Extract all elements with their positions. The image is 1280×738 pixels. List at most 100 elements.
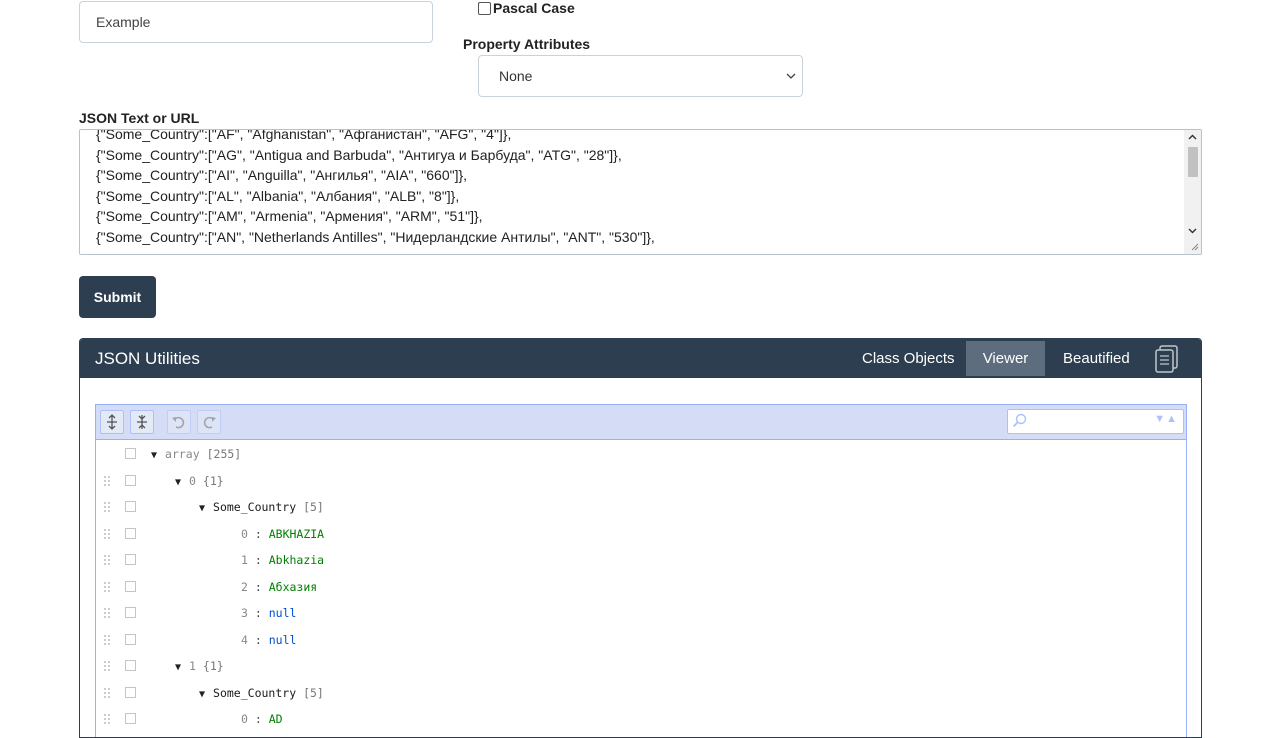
json-line: {"Some_Country":["AN", "Netherlands Anti… <box>96 228 655 245</box>
node-key: array <box>165 447 200 461</box>
node-value[interactable]: Abkhazia <box>269 553 324 567</box>
node-key: 1 <box>189 659 196 673</box>
tree-row[interactable]: 0 : ABKHAZIA <box>96 521 1186 547</box>
node-value[interactable]: Абхазия <box>269 580 317 594</box>
tree-node: 0 : ABKHAZIA <box>241 526 325 541</box>
node-key: 1 <box>241 553 248 567</box>
editor-toolbar: ▼▲ <box>96 405 1186 440</box>
tree-row[interactable]: 2 : Абхазия <box>96 574 1186 600</box>
json-line: {"Some_Country":["AL", "Albania", "Албан… <box>96 187 460 204</box>
pascal-case-option[interactable]: Pascal Case <box>478 0 575 16</box>
tree-node: ▼ 0 {1} <box>175 468 224 496</box>
property-attributes-label: Property Attributes <box>463 36 591 52</box>
node-key: 2 <box>241 579 248 594</box>
tree-node: ▼ Some_Country [5] <box>199 494 324 522</box>
class-name-input[interactable]: Example <box>79 1 433 43</box>
search-nav-icon[interactable]: ▼▲ <box>1154 413 1178 425</box>
node-value[interactable]: null <box>269 606 297 620</box>
drag-handle-icon[interactable] <box>103 607 111 619</box>
node-value[interactable]: null <box>269 633 297 647</box>
drag-handle-icon[interactable] <box>103 633 111 646</box>
tab-beautified[interactable]: Beautified <box>1047 341 1146 376</box>
tab-class-objects[interactable]: Class Objects <box>846 341 971 376</box>
node-count: [255] <box>206 447 242 461</box>
row-select-checkbox[interactable] <box>125 660 136 671</box>
drag-handle-icon[interactable] <box>103 686 111 699</box>
node-key: 0 <box>241 526 248 541</box>
tree-node: 1 : Abkhazia <box>241 553 325 567</box>
drag-handle-icon[interactable] <box>103 660 111 672</box>
tree-node: ▼ Some_Country [5] <box>199 680 324 708</box>
tree-row[interactable]: ▼ 1 {1} <box>96 653 1186 679</box>
copy-icon[interactable] <box>1154 345 1180 378</box>
tab-viewer[interactable]: Viewer <box>966 341 1045 376</box>
property-attributes-select[interactable]: None <box>478 55 803 97</box>
row-select-checkbox[interactable] <box>125 527 136 539</box>
row-select-checkbox[interactable] <box>125 713 136 724</box>
json-textarea[interactable]: {"Some_Country":["AF", "Afghanistan", "А… <box>79 129 1202 255</box>
node-value[interactable]: ABKHAZIA <box>269 527 324 541</box>
scroll-thumb[interactable] <box>1188 147 1198 177</box>
json-line: {"Some_Country":["AG", "Antigua and Barb… <box>96 146 622 163</box>
tree-row[interactable]: 3 : null <box>96 600 1186 626</box>
node-key: Some_Country <box>213 685 297 700</box>
tree-node: 4 : null <box>241 632 297 647</box>
tree-node: 3 : null <box>241 606 297 620</box>
scroll-down-icon[interactable] <box>1184 224 1201 239</box>
node-key: Some_Country <box>213 500 297 514</box>
json-tree-editor: ▼▲ ▼ array [255] ▼ 0 {1} ▼ Some_Country [5] 0 … <box>95 404 1187 737</box>
row-select-checkbox[interactable] <box>125 580 136 592</box>
drag-handle-icon[interactable] <box>103 501 111 513</box>
json-line: {"Some_Country":["AM", "Armenia", "Армен… <box>96 208 483 225</box>
expand-toggle-icon[interactable]: ▼ <box>199 689 205 700</box>
tree-row[interactable]: ▼ Some_Country [5] <box>96 680 1186 706</box>
row-select-checkbox[interactable] <box>125 474 136 486</box>
node-count: {1} <box>202 473 224 488</box>
tree-row[interactable]: 0 : AD <box>96 706 1186 732</box>
expand-all-icon[interactable] <box>100 410 124 434</box>
textarea-scrollbar[interactable] <box>1184 130 1201 254</box>
panel-header: JSON Utilities Class Objects Viewer Beau… <box>80 339 1201 378</box>
expand-toggle-icon[interactable]: ▼ <box>151 450 157 461</box>
row-select-checkbox[interactable] <box>125 686 136 698</box>
json-line: {"Some_Country":["AF", "Afghanistan", "А… <box>96 129 512 142</box>
undo-icon[interactable] <box>167 410 191 434</box>
tree-row[interactable]: ▼ Some_Country [5] <box>96 494 1186 520</box>
row-select-checkbox[interactable] <box>125 448 136 459</box>
row-select-checkbox[interactable] <box>125 607 136 618</box>
resize-grip-icon[interactable] <box>1191 243 1199 253</box>
row-select-checkbox[interactable] <box>125 633 136 645</box>
drag-handle-icon[interactable] <box>103 554 111 566</box>
node-count: {1} <box>202 659 224 673</box>
submit-button[interactable]: Submit <box>79 276 156 318</box>
expand-toggle-icon[interactable]: ▼ <box>199 503 205 514</box>
scroll-up-icon[interactable] <box>1184 130 1201 145</box>
json-line: {"Some_Country":["AI", "Anguilla", "Анги… <box>96 167 468 184</box>
node-key: 3 <box>241 606 248 620</box>
tree-row[interactable]: ▼ array [255] <box>96 441 1186 467</box>
pascal-case-label: Pascal Case <box>493 0 575 16</box>
row-select-checkbox[interactable] <box>125 554 136 565</box>
tree-row[interactable]: 4 : null <box>96 627 1186 653</box>
node-key: 0 <box>189 473 196 488</box>
drag-handle-icon[interactable] <box>103 474 111 487</box>
tree-node: ▼ 1 {1} <box>175 653 224 681</box>
tree-search-input[interactable]: ▼▲ <box>1007 409 1184 434</box>
tree-node: 2 : Абхазия <box>241 579 318 594</box>
property-attributes-value: None <box>499 68 533 84</box>
tree-row[interactable]: 1 : Abkhazia <box>96 547 1186 573</box>
json-utilities-panel: JSON Utilities Class Objects Viewer Beau… <box>79 338 1202 738</box>
collapse-all-icon[interactable] <box>130 410 154 434</box>
drag-handle-icon[interactable] <box>103 580 111 593</box>
pascal-case-checkbox[interactable] <box>478 1 491 15</box>
node-value[interactable]: AD <box>269 712 283 726</box>
expand-toggle-icon[interactable]: ▼ <box>175 662 181 673</box>
node-count: [5] <box>303 500 324 514</box>
drag-handle-icon[interactable] <box>103 713 111 725</box>
row-select-checkbox[interactable] <box>125 501 136 512</box>
expand-toggle-icon[interactable]: ▼ <box>175 477 181 488</box>
redo-icon[interactable] <box>197 410 221 434</box>
tree-row[interactable]: ▼ 0 {1} <box>96 468 1186 494</box>
node-key: 4 <box>241 632 248 647</box>
drag-handle-icon[interactable] <box>103 527 111 540</box>
